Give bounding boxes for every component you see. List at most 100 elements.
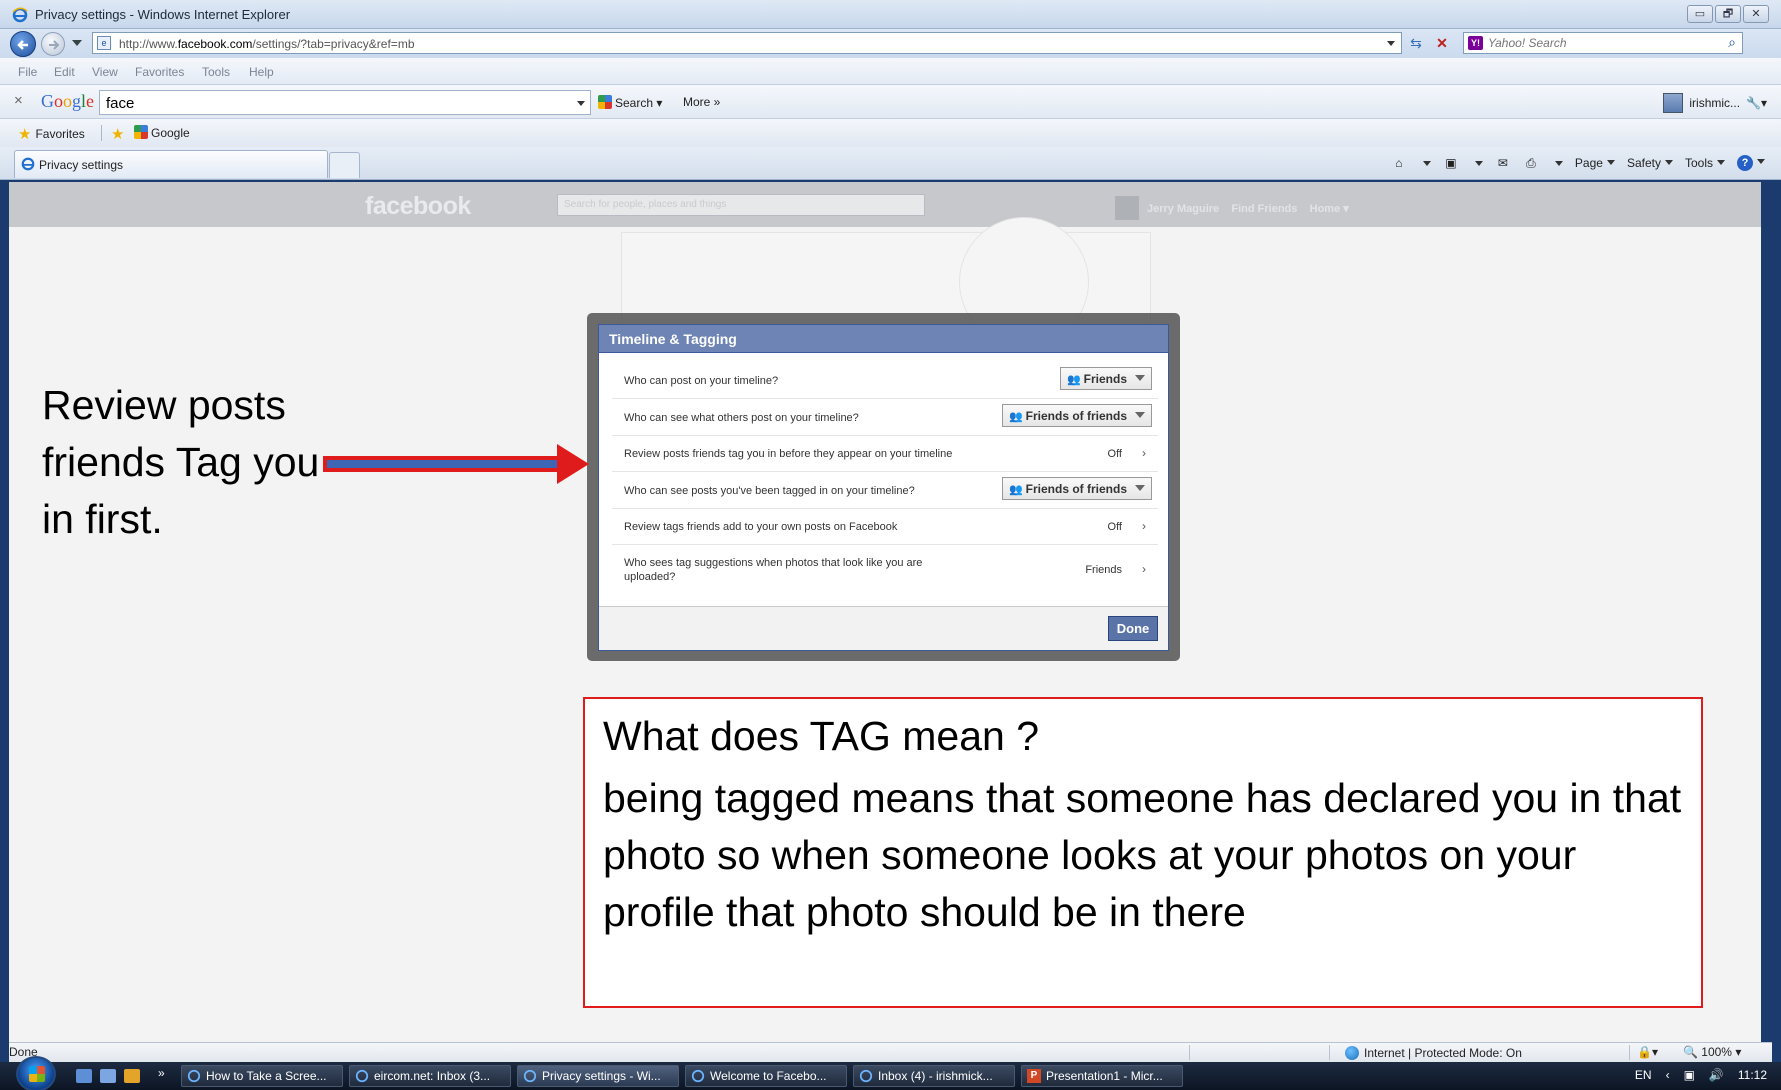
page-menu[interactable]: Page: [1575, 156, 1615, 170]
restore-button[interactable]: 🗗: [1715, 5, 1741, 23]
google-search-icon: [598, 95, 612, 109]
more-button[interactable]: More »: [683, 95, 720, 109]
compatibility-view-icon[interactable]: ⇆: [1407, 34, 1425, 52]
print-icon[interactable]: ⎙: [1523, 155, 1539, 171]
url-field[interactable]: e http://www.facebook.com/settings/?tab=…: [92, 32, 1402, 54]
user-menu[interactable]: irishmic... 🔧▾: [1663, 93, 1767, 113]
chevron-right-icon[interactable]: ›: [1142, 519, 1146, 533]
yahoo-icon: Y!: [1468, 36, 1483, 50]
google-logo: Google: [41, 91, 95, 111]
tray-expand-icon[interactable]: ‹: [1666, 1068, 1670, 1082]
taskbar-item[interactable]: Welcome to Facebo...: [685, 1065, 847, 1087]
page-icon: e: [97, 36, 111, 50]
audience-selector[interactable]: 👥 Friends: [1059, 367, 1152, 390]
stop-icon[interactable]: ✕: [1433, 34, 1451, 52]
taskbar-item[interactable]: How to Take a Scree...: [181, 1065, 343, 1087]
history-dropdown-icon[interactable]: [72, 40, 82, 46]
chevron-down-icon[interactable]: [577, 101, 585, 106]
taskbar-item-active[interactable]: Privacy settings - Wi...: [517, 1065, 679, 1087]
tools-menu[interactable]: Tools: [1685, 156, 1725, 170]
menu-view[interactable]: View: [92, 65, 118, 79]
network-icon[interactable]: ▣: [1684, 1068, 1695, 1082]
back-arrow-icon: [17, 40, 28, 50]
protected-mode-icon[interactable]: 🔒▾: [1637, 1045, 1658, 1059]
facebook-search-input[interactable]: Search for people, places and things: [557, 194, 925, 216]
back-button[interactable]: [10, 31, 36, 57]
volume-icon[interactable]: 🔊: [1709, 1068, 1724, 1082]
ie-icon: [12, 7, 28, 23]
forward-arrow-icon: [49, 40, 60, 50]
help-menu[interactable]: ?: [1737, 155, 1765, 171]
feeds-icon[interactable]: ▣: [1443, 155, 1459, 171]
divider: [1189, 1045, 1190, 1060]
audience-selector[interactable]: 👥 Friends of friends: [1001, 477, 1152, 500]
clock[interactable]: 11:12: [1738, 1068, 1767, 1082]
annotation-review-text: Review posts friends Tag you in first.: [42, 382, 320, 542]
ie-icon: [355, 1069, 369, 1083]
profile-pic-icon: [1115, 196, 1139, 220]
home-dropdown-icon[interactable]: [1422, 160, 1431, 166]
google-search-button[interactable]: Search ▾: [598, 95, 662, 110]
facebook-user-nav[interactable]: Jerry Maguire Find Friends Home ▾: [1115, 196, 1349, 220]
security-zone[interactable]: Internet | Protected Mode: On: [1345, 1046, 1522, 1060]
home-icon[interactable]: ⌂: [1391, 155, 1407, 171]
menu-file[interactable]: File: [18, 65, 37, 79]
taskbar-item[interactable]: Inbox (4) - irishmick...: [853, 1065, 1015, 1087]
yahoo-search-input[interactable]: [1488, 35, 1708, 51]
google-search-field[interactable]: [99, 90, 591, 115]
url-text: http://www.facebook.com/settings/?tab=pr…: [119, 37, 415, 51]
start-button[interactable]: [16, 1056, 56, 1090]
annotation-question: What does TAG mean ?: [603, 713, 1040, 759]
yahoo-search-box[interactable]: Y! ⌕: [1463, 32, 1743, 54]
chevron-right-icon[interactable]: ›: [1142, 562, 1146, 576]
google-search-input[interactable]: [106, 94, 566, 112]
print-dropdown-icon[interactable]: [1554, 160, 1563, 166]
tab-privacy-settings[interactable]: Privacy settings: [14, 150, 328, 178]
quicklaunch-chevron-icon[interactable]: »: [158, 1066, 165, 1080]
setting-row[interactable]: Review posts friends tag you in before t…: [612, 436, 1158, 472]
wrench-icon[interactable]: 🔧▾: [1746, 96, 1767, 110]
media-player-icon[interactable]: [124, 1069, 140, 1083]
menu-tools[interactable]: Tools: [202, 65, 230, 79]
minimize-button[interactable]: ▭: [1687, 5, 1713, 23]
feeds-dropdown-icon[interactable]: [1474, 160, 1483, 166]
close-toolbar-icon[interactable]: ×: [14, 92, 23, 109]
taskbar-item[interactable]: P Presentation1 - Micr...: [1021, 1065, 1183, 1087]
add-favorite-icon[interactable]: ★: [111, 125, 128, 143]
search-icon[interactable]: ⌕: [1728, 34, 1736, 51]
language-indicator[interactable]: EN: [1635, 1068, 1652, 1082]
status-bar: Done Internet | Protected Mode: On 🔒▾ 🔍 …: [9, 1042, 1772, 1062]
taskbar-item[interactable]: eircom.net: Inbox (3...: [349, 1065, 511, 1087]
red-arrow-icon: [323, 444, 589, 484]
divider: [1329, 1045, 1330, 1060]
done-button[interactable]: Done: [1108, 616, 1158, 641]
switch-windows-icon[interactable]: [100, 1069, 116, 1083]
google-icon: [134, 125, 148, 139]
chevron-right-icon[interactable]: ›: [1142, 446, 1146, 460]
menu-edit[interactable]: Edit: [54, 65, 75, 79]
window-title: Privacy settings - Windows Internet Expl…: [35, 7, 291, 22]
zoom-level[interactable]: 🔍 100% ▾: [1683, 1045, 1741, 1059]
timeline-tagging-dialog: Timeline & Tagging Who can post on your …: [598, 324, 1169, 651]
safety-menu[interactable]: Safety: [1627, 156, 1673, 170]
setting-value: Off: [1107, 521, 1122, 533]
divider: [1629, 1045, 1630, 1060]
audience-selector[interactable]: 👥 Friends of friends: [1001, 404, 1152, 427]
menu-favorites[interactable]: Favorites: [135, 65, 184, 79]
facebook-header: facebook Search for people, places and t…: [9, 182, 1761, 227]
google-toolbar: × Google Search ▾ More » irishmic... 🔧▾: [0, 85, 1781, 119]
close-button[interactable]: ✕: [1743, 5, 1769, 23]
setting-row[interactable]: Review tags friends add to your own post…: [612, 509, 1158, 545]
ie-icon: [859, 1069, 873, 1083]
new-tab-button[interactable]: [329, 152, 360, 178]
menu-help[interactable]: Help: [249, 65, 274, 79]
facebook-logo[interactable]: facebook: [365, 192, 471, 221]
favorites-button[interactable]: ★ Favorites: [18, 125, 85, 143]
url-dropdown-icon[interactable]: [1387, 41, 1395, 46]
mail-icon[interactable]: ✉: [1495, 155, 1511, 171]
setting-row[interactable]: Who sees tag suggestions when photos tha…: [612, 545, 1158, 597]
ie-icon: [691, 1069, 705, 1083]
show-desktop-icon[interactable]: [76, 1069, 92, 1083]
forward-button[interactable]: [41, 32, 65, 56]
favorite-google-link[interactable]: Google: [134, 125, 190, 140]
